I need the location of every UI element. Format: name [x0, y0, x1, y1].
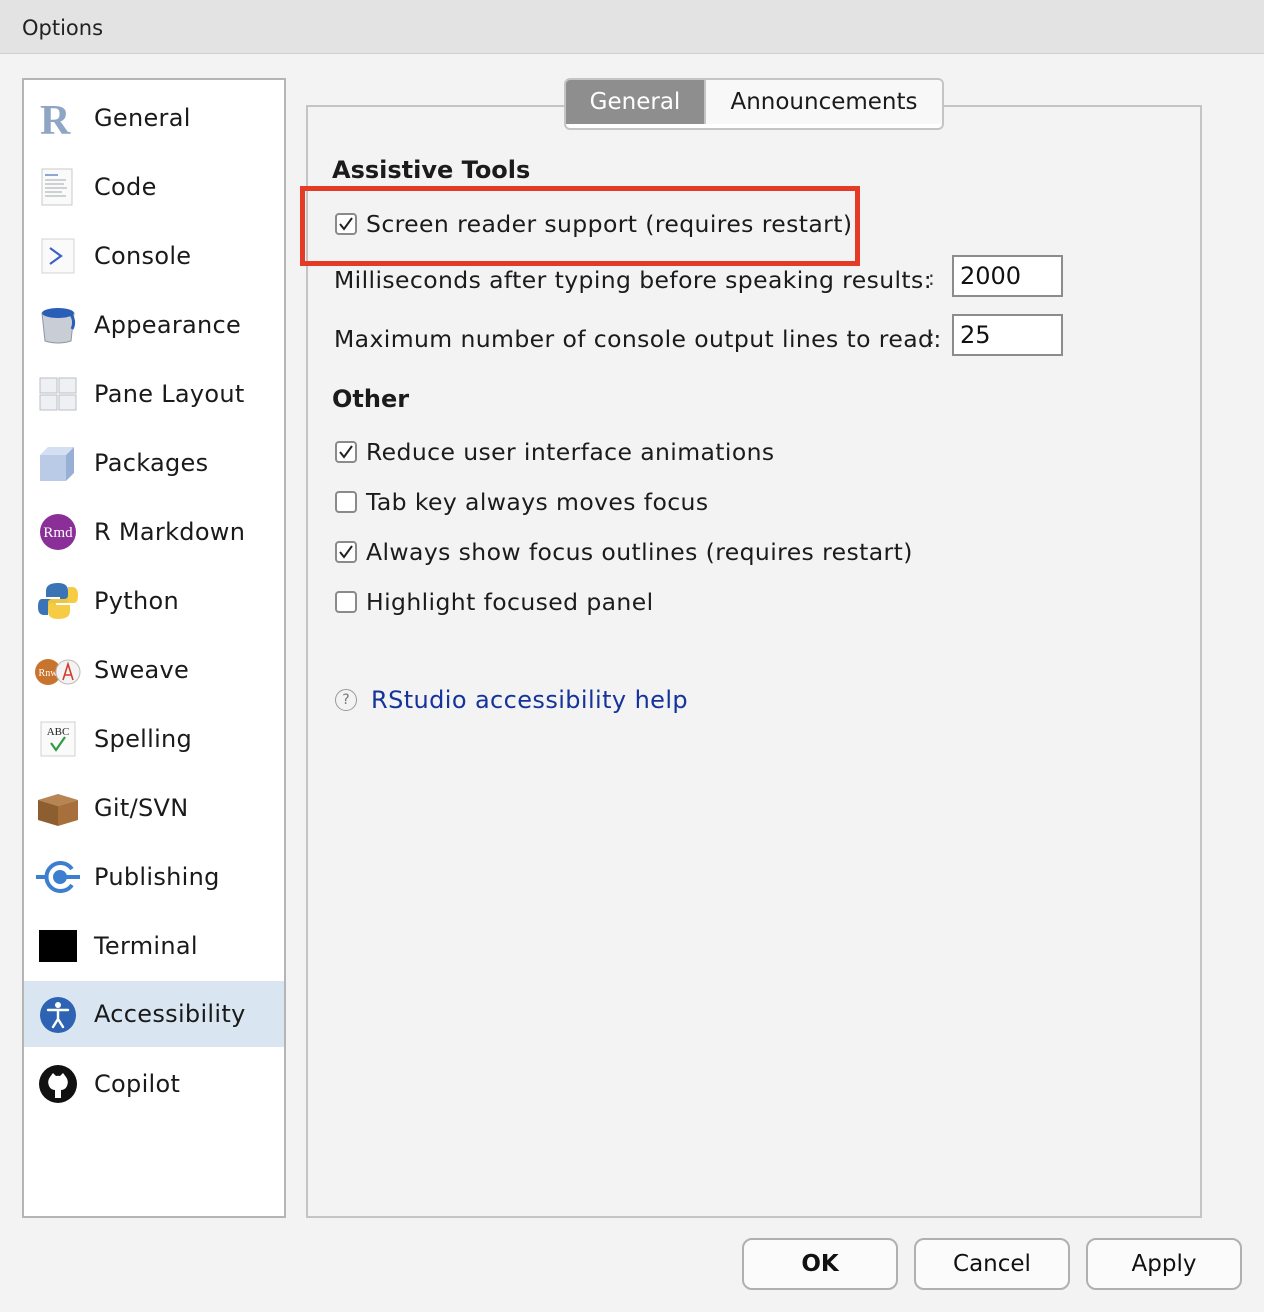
reduce-animations-option[interactable]: Reduce user interface animations	[335, 438, 775, 466]
sidebar-item-terminal[interactable]: Terminal	[24, 912, 284, 980]
other-heading: Other	[332, 385, 410, 413]
typing-delay-input[interactable]	[952, 255, 1063, 297]
checkmark-icon	[339, 545, 353, 559]
max-lines-label: Maximum number of console output lines t…	[334, 325, 942, 353]
assistive-tools-heading: Assistive Tools	[332, 156, 531, 184]
rmd-icon: Rmd	[40, 514, 76, 550]
title-bar: Options	[0, 0, 1264, 54]
max-lines-colon: :	[928, 325, 935, 349]
typing-delay-colon: :	[928, 266, 935, 290]
sweave-pdf-icon: Rnw	[35, 659, 81, 685]
sidebar-item-sweave[interactable]: Rnw Sweave	[24, 636, 284, 704]
help-link-text[interactable]: RStudio accessibility help	[371, 686, 688, 714]
sidebar-item-git-svn[interactable]: Git/SVN	[24, 774, 284, 842]
paint-bucket-icon	[41, 308, 76, 344]
sidebar-item-r-markdown[interactable]: Rmd R Markdown	[24, 498, 284, 566]
console-prompt-icon	[41, 238, 75, 274]
checkmark-icon	[339, 217, 353, 231]
sidebar-item-copilot[interactable]: Copilot	[24, 1050, 284, 1118]
max-lines-input[interactable]	[952, 314, 1063, 356]
package-cube-icon	[40, 447, 74, 481]
python-icon	[38, 583, 78, 619]
publishing-icon	[36, 861, 80, 893]
sidebar-item-publishing[interactable]: Publishing	[24, 843, 284, 911]
accessibility-help-link[interactable]: ? RStudio accessibility help	[335, 686, 688, 714]
highlight-panel-option[interactable]: Highlight focused panel	[335, 588, 654, 616]
tab-bar: General Announcements	[564, 78, 944, 130]
apply-button[interactable]: Apply	[1086, 1238, 1242, 1290]
typing-delay-label: Milliseconds after typing before speakin…	[334, 266, 933, 294]
terminal-icon	[39, 930, 77, 962]
accessibility-icon	[40, 997, 76, 1033]
reduce-animations-label: Reduce user interface animations	[366, 438, 775, 466]
tab-announcements[interactable]: Announcements	[704, 80, 942, 124]
cancel-button[interactable]: Cancel	[914, 1238, 1070, 1290]
sidebar-item-appearance[interactable]: Appearance	[24, 291, 284, 359]
sidebar-item-console[interactable]: Console	[24, 222, 284, 290]
sidebar-item-general[interactable]: R General	[24, 84, 284, 152]
sidebar-item-spelling[interactable]: ABC Spelling	[24, 705, 284, 773]
github-icon	[39, 1065, 77, 1103]
tab-key-focus-checkbox[interactable]	[335, 491, 357, 513]
highlight-panel-label: Highlight focused panel	[366, 588, 654, 616]
git-box-icon	[38, 794, 78, 826]
svg-text:Rnw: Rnw	[39, 668, 59, 679]
screen-reader-option[interactable]: Screen reader support (requires restart)	[335, 210, 852, 238]
window-title: Options	[22, 16, 104, 40]
reduce-animations-checkbox[interactable]	[335, 441, 357, 463]
svg-text:R: R	[40, 98, 71, 138]
tab-key-focus-option[interactable]: Tab key always moves focus	[335, 488, 709, 516]
focus-outlines-checkbox[interactable]	[335, 541, 357, 563]
options-sidebar: R General Code Console Appearance Pane L…	[22, 78, 286, 1218]
focus-outlines-label: Always show focus outlines (requires res…	[366, 538, 913, 566]
sidebar-item-code[interactable]: Code	[24, 153, 284, 221]
sidebar-item-pane-layout[interactable]: Pane Layout	[24, 360, 284, 428]
code-document-icon	[41, 168, 73, 206]
screen-reader-checkbox[interactable]	[335, 213, 357, 235]
checkmark-icon	[339, 445, 353, 459]
highlight-panel-checkbox[interactable]	[335, 591, 357, 613]
svg-text:Rmd: Rmd	[43, 525, 73, 541]
sidebar-item-packages[interactable]: Packages	[24, 429, 284, 497]
sidebar-item-python[interactable]: Python	[24, 567, 284, 635]
pane-grid-icon	[39, 377, 77, 411]
r-logo-icon: R	[40, 98, 71, 138]
ok-button[interactable]: OK	[742, 1238, 898, 1290]
sidebar-item-accessibility[interactable]: Accessibility	[24, 981, 284, 1047]
tab-key-focus-label: Tab key always moves focus	[366, 488, 709, 516]
help-question-icon: ?	[335, 689, 357, 711]
tab-general[interactable]: General	[566, 80, 704, 124]
svg-text:ABC: ABC	[47, 726, 70, 738]
focus-outlines-option[interactable]: Always show focus outlines (requires res…	[335, 538, 913, 566]
screen-reader-label: Screen reader support (requires restart)	[366, 210, 853, 238]
spelling-check-icon: ABC	[40, 721, 76, 757]
